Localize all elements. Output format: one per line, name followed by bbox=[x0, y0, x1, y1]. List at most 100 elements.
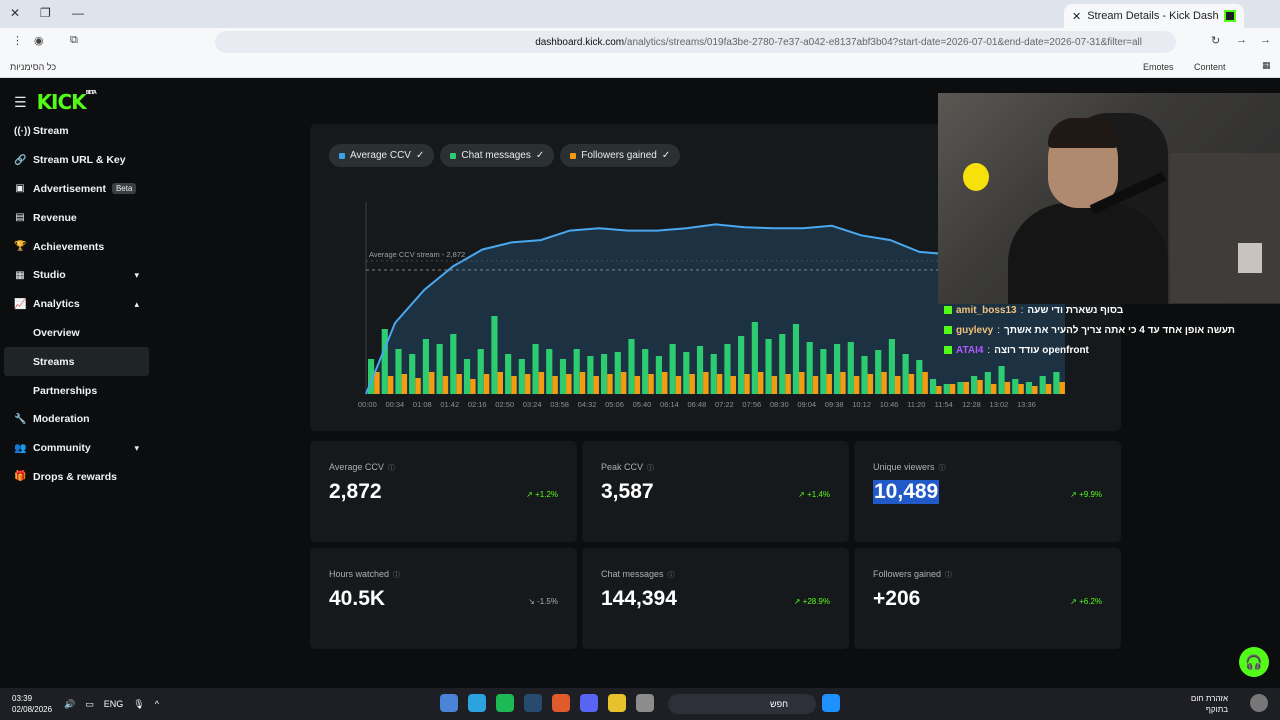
studio-icon: ▦ bbox=[15, 269, 25, 281]
info-icon[interactable]: ⓘ bbox=[647, 465, 654, 472]
chat-bar bbox=[738, 336, 745, 394]
cam-picture-frame bbox=[1238, 243, 1262, 273]
info-icon[interactable]: ⓘ bbox=[668, 572, 675, 579]
sidebar-item-stream-url-key[interactable]: 🔗 Stream URL & Key bbox=[4, 146, 149, 175]
x-tick-label: 06:48 bbox=[688, 400, 707, 409]
language-indicator[interactable]: ENG bbox=[104, 699, 124, 710]
browser-tab[interactable]: ✕ Stream Details - Kick Dashboard bbox=[1064, 4, 1244, 28]
x-tick-label: 06:14 bbox=[660, 400, 679, 409]
volume-icon[interactable]: 🔊 bbox=[64, 699, 75, 710]
chat-bar bbox=[875, 350, 882, 394]
x-tick-label: 04:32 bbox=[578, 400, 597, 409]
sidebar-item-advertisement[interactable]: ▣ Advertisement Beta bbox=[4, 175, 149, 204]
link-icon: 🔗 bbox=[14, 154, 27, 166]
chat-bar bbox=[943, 384, 950, 394]
chat-bar bbox=[518, 359, 525, 394]
chrome-icon[interactable] bbox=[608, 694, 626, 712]
info-icon[interactable]: ⓘ bbox=[945, 572, 952, 579]
menu-dots-icon[interactable]: ⋮ bbox=[12, 34, 23, 47]
spotify-icon[interactable] bbox=[496, 694, 514, 712]
x-tick-label: 01:42 bbox=[440, 400, 459, 409]
network-icon[interactable]: ▭ bbox=[85, 699, 94, 710]
sidebar-item-overview[interactable]: Overview bbox=[4, 319, 149, 348]
followers-bar bbox=[497, 372, 504, 394]
chat-bar bbox=[628, 339, 635, 394]
kick-dashboard: ☰ KICKBETA ((·)) Stream 🔗 Stream URL & Key… bbox=[0, 80, 1280, 688]
minimize-window-icon[interactable]: — bbox=[72, 6, 84, 20]
sidebar-item-label: Overview bbox=[33, 326, 80, 339]
app-icon[interactable] bbox=[552, 694, 570, 712]
task-view-icon[interactable] bbox=[440, 694, 458, 712]
file-explorer-icon[interactable] bbox=[636, 694, 654, 712]
clock[interactable]: 03:39 02/08/2026 bbox=[12, 693, 52, 715]
x-tick-label: 08:30 bbox=[770, 400, 789, 409]
close-tab-icon[interactable]: ✕ bbox=[1072, 10, 1081, 23]
sidebar-item-label: Drops & rewards bbox=[33, 470, 118, 483]
stat-label: Average CCV bbox=[329, 462, 384, 472]
weather-widget[interactable]: אזהרת חום בתוקף bbox=[1191, 693, 1228, 715]
followers-bar bbox=[799, 372, 805, 394]
info-icon[interactable]: ⓘ bbox=[388, 465, 395, 472]
sidebar-item-achievements[interactable]: 🏆 Achievements bbox=[4, 232, 149, 261]
browser-tabbar: ✕ ❐ — + ✕ Stream Details - Kick Dashboar… bbox=[0, 0, 1280, 28]
chat-bar bbox=[601, 354, 608, 394]
followers-bar bbox=[579, 372, 586, 394]
followers-bar bbox=[483, 374, 490, 394]
restore-window-icon[interactable]: ❐ bbox=[40, 6, 51, 20]
sidebar-item-revenue[interactable]: ▤ Revenue bbox=[4, 203, 149, 232]
sidebar-item-moderation[interactable]: 🔧 Moderation bbox=[4, 405, 149, 434]
hamburger-menu-icon[interactable]: ☰ bbox=[14, 94, 27, 111]
sidebar-item-studio[interactable]: ▦ Studio ▾ bbox=[4, 261, 149, 290]
bookmark-content[interactable]: Content bbox=[1194, 62, 1226, 72]
sidebar-item-stream[interactable]: ((·)) Stream bbox=[4, 117, 149, 146]
followers-bar bbox=[990, 384, 997, 394]
sidebar-item-partnerships[interactable]: Partnerships bbox=[4, 376, 149, 405]
discord-icon[interactable] bbox=[580, 694, 598, 712]
chat-bar bbox=[902, 354, 909, 394]
close-window-icon[interactable]: ✕ bbox=[10, 6, 20, 20]
taskbar-search[interactable]: חפש bbox=[668, 694, 816, 714]
sidebar-item-analytics[interactable]: 📈 Analytics ▴ bbox=[4, 290, 149, 319]
weather-line1: אזהרת חום bbox=[1190, 694, 1228, 703]
profile-icon[interactable]: ◉ bbox=[34, 34, 44, 47]
chevron-down-icon[interactable]: ▾ bbox=[134, 270, 139, 281]
forward-icon[interactable]: → bbox=[1236, 34, 1247, 46]
windows-start-icon[interactable] bbox=[822, 694, 840, 712]
stat-change: ↗ +1.2% bbox=[526, 490, 558, 499]
followers-bar bbox=[428, 372, 435, 394]
sidebar-item-drops-rewards[interactable]: 🎁 Drops & rewards bbox=[4, 463, 149, 492]
sidebar-item-community[interactable]: 👥 Community ▾ bbox=[4, 434, 149, 463]
sidebar-item-streams[interactable]: Streams bbox=[4, 347, 149, 377]
kick-logo[interactable]: KICKBETA bbox=[37, 90, 97, 114]
followers-bar bbox=[744, 374, 750, 394]
steam-icon[interactable] bbox=[524, 694, 542, 712]
followers-bar bbox=[922, 372, 928, 394]
reload-icon[interactable]: ↻ bbox=[1211, 34, 1220, 47]
back-icon[interactable]: → bbox=[1260, 34, 1271, 46]
followers-bar bbox=[757, 372, 764, 394]
stat-label: Hours watched bbox=[329, 569, 390, 579]
chat-username: ATAI4 bbox=[956, 344, 984, 356]
tray-chevron-icon[interactable]: ^ bbox=[155, 699, 159, 710]
extensions-icon[interactable]: ⧉ bbox=[70, 34, 78, 47]
chevron-up-icon[interactable]: ▴ bbox=[134, 299, 139, 310]
mic-icon[interactable]: 🎙 bbox=[133, 699, 144, 710]
info-icon[interactable]: ⓘ bbox=[393, 572, 400, 579]
webcam-overlay bbox=[938, 93, 1280, 304]
followers-bar bbox=[661, 372, 668, 394]
chat-bar bbox=[929, 379, 937, 394]
apps-grid-icon[interactable]: ▦ bbox=[1262, 60, 1271, 71]
bookmark-emotes[interactable]: Emotes bbox=[1143, 62, 1174, 72]
address-bar[interactable]: dashboard.kick.com /analytics/streams/01… bbox=[215, 31, 1176, 53]
search-placeholder: חפש bbox=[770, 699, 788, 709]
x-tick-label: 03:58 bbox=[550, 400, 569, 409]
system-tray: 🔊 ▭ ENG 🎙 ^ bbox=[64, 699, 159, 710]
chevron-down-icon[interactable]: ▾ bbox=[134, 443, 139, 454]
info-icon[interactable]: ⓘ bbox=[939, 465, 946, 472]
followers-bar bbox=[894, 376, 901, 394]
support-chat-button[interactable]: 🎧 bbox=[1239, 647, 1269, 677]
all-bookmarks[interactable]: כל הסימניות bbox=[10, 62, 56, 72]
notification-icon[interactable] bbox=[1250, 694, 1268, 712]
clock-time: 03:39 bbox=[12, 694, 33, 703]
telegram-icon[interactable] bbox=[468, 694, 486, 712]
